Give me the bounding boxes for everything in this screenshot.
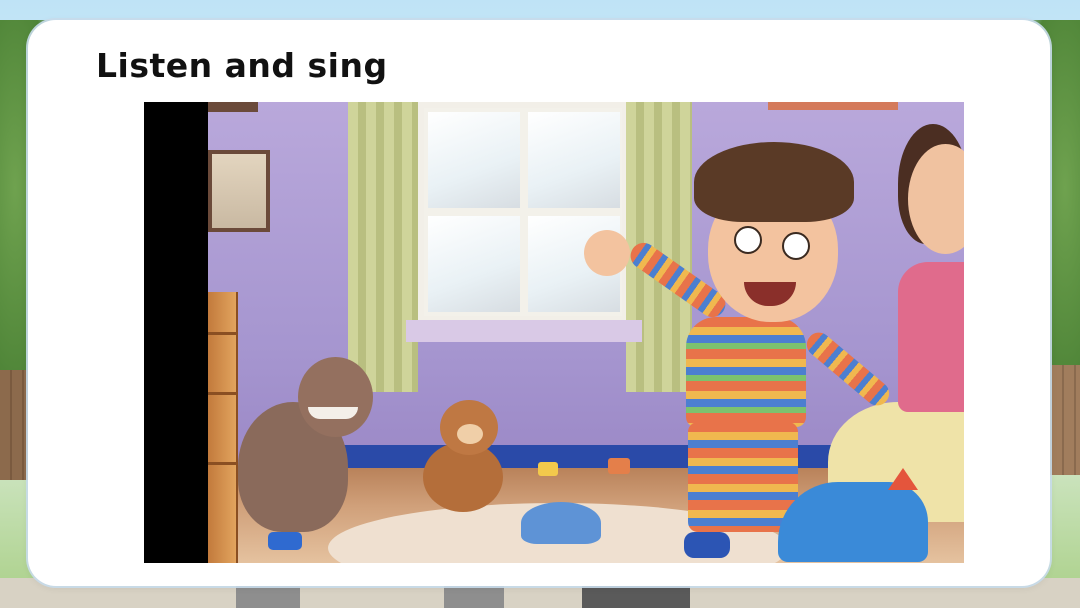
curtain-left bbox=[348, 102, 418, 392]
wall-picture bbox=[208, 150, 270, 232]
toy-block bbox=[608, 458, 630, 474]
window-sill bbox=[406, 320, 642, 342]
background-post bbox=[236, 586, 300, 608]
background-post bbox=[444, 586, 504, 608]
mother-body bbox=[898, 262, 964, 412]
dresser bbox=[208, 292, 238, 563]
toy-dinosaur-head bbox=[298, 357, 373, 437]
boy-pajama-top bbox=[686, 317, 806, 427]
wall-shelf bbox=[768, 102, 898, 110]
wall-frame-edge bbox=[208, 102, 258, 112]
boy-hair bbox=[694, 142, 854, 222]
background-post bbox=[582, 586, 690, 608]
window bbox=[418, 102, 628, 322]
slide-title: Listen and sing bbox=[96, 46, 388, 85]
toy-small-dinosaur bbox=[521, 502, 601, 544]
video-player[interactable] bbox=[144, 102, 964, 563]
toy-blue-dinosaur bbox=[778, 482, 928, 562]
toy-block bbox=[538, 462, 558, 476]
boy-hand-waving bbox=[584, 230, 630, 276]
boy-eye-right bbox=[782, 232, 810, 260]
boy-pajama-pants bbox=[688, 422, 798, 532]
video-letterbox bbox=[144, 102, 208, 563]
boy-shoes bbox=[684, 532, 730, 558]
teddy-bear-muzzle bbox=[457, 424, 483, 444]
boy-eye-left bbox=[734, 226, 762, 254]
toy-car bbox=[268, 532, 302, 550]
toy-dinosaur-mouth bbox=[308, 407, 358, 419]
video-frame bbox=[208, 102, 964, 563]
boy-arm bbox=[801, 327, 895, 411]
